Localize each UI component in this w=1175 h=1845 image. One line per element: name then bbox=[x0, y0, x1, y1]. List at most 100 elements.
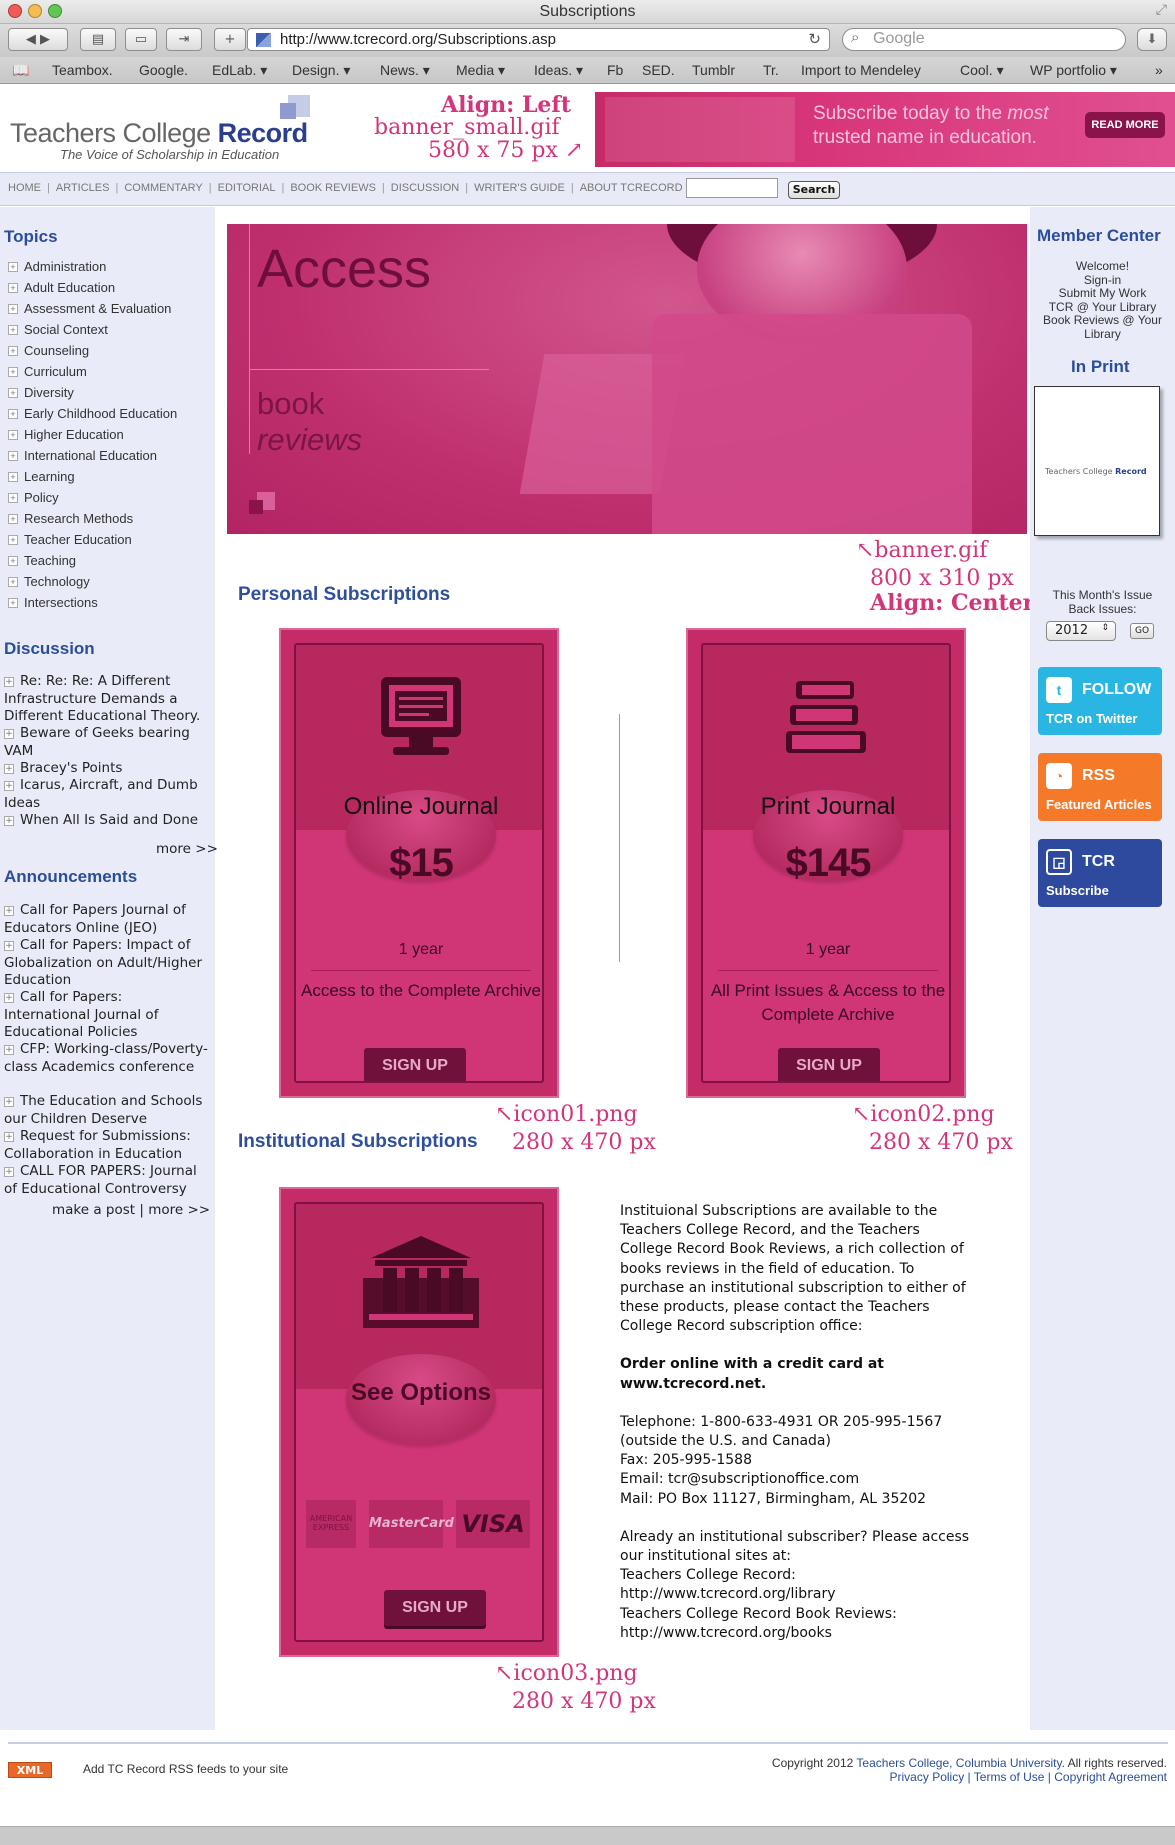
announcement-item[interactable]: + Call for Papers Journal of Educators On… bbox=[4, 902, 210, 937]
discussion-more-link[interactable]: more >> bbox=[156, 841, 218, 857]
discussion-item[interactable]: + Bracey's Points bbox=[4, 760, 210, 778]
back-forward-buttons[interactable]: ◀ ▶ bbox=[8, 28, 68, 51]
topic-item[interactable]: + Adult Education bbox=[8, 280, 115, 295]
discussion-item[interactable]: + Beware of Geeks bearing VAM bbox=[4, 725, 210, 760]
share-icon[interactable]: ⇥ bbox=[166, 28, 202, 51]
plus-icon: + bbox=[4, 729, 14, 739]
site-search-input[interactable] bbox=[686, 178, 778, 198]
year-select[interactable]: 2012 ⇕ bbox=[1046, 621, 1116, 641]
url-bar[interactable]: http://www.tcrecord.org/Subscriptions.as… bbox=[247, 28, 830, 51]
topic-item[interactable]: + Teacher Education bbox=[8, 532, 132, 547]
announcement-item[interactable]: + The Education and Schools our Children … bbox=[4, 1093, 210, 1128]
topic-item[interactable]: + Research Methods bbox=[8, 511, 133, 526]
more-bookmarks-icon[interactable]: » bbox=[1155, 62, 1163, 78]
discussion-item[interactable]: + When All Is Said and Done bbox=[4, 812, 210, 830]
nav-home[interactable]: HOME bbox=[8, 182, 41, 194]
go-button[interactable]: GO bbox=[1130, 623, 1154, 639]
read-more-button[interactable]: READ MORE bbox=[1085, 112, 1165, 138]
bookmark-item[interactable]: Google. bbox=[139, 62, 188, 78]
make-post-link[interactable]: make a post bbox=[52, 1202, 135, 1218]
topic-item[interactable]: + Higher Education bbox=[8, 427, 124, 442]
discussion-item[interactable]: + Icarus, Aircraft, and Dumb Ideas bbox=[4, 777, 210, 812]
rss-button[interactable]: ◔ RSS Featured Articles bbox=[1038, 753, 1162, 821]
site-logo[interactable]: Teachers College Record bbox=[10, 118, 308, 149]
bookmark-item[interactable]: Media ▾ bbox=[456, 62, 505, 79]
twitter-follow-button[interactable]: t FOLLOW TCR on Twitter bbox=[1038, 667, 1162, 735]
tcr-label: TCR bbox=[1082, 853, 1115, 870]
search-input[interactable]: ⌕ Google bbox=[842, 28, 1126, 51]
bookmark-item[interactable]: Tumblr bbox=[692, 62, 735, 78]
topic-item[interactable]: + Policy bbox=[8, 490, 59, 505]
nav-commentary[interactable]: COMMENTARY bbox=[124, 182, 202, 194]
announcement-item[interactable]: + Call for Papers: Impact of Globalizatio… bbox=[4, 937, 210, 990]
card-title: See Options bbox=[350, 1379, 492, 1406]
nav-articles[interactable]: ARTICLES bbox=[56, 182, 110, 194]
nav-editorial[interactable]: EDITORIAL bbox=[218, 182, 276, 194]
bookmarks-icon[interactable]: ▭ bbox=[125, 28, 157, 51]
announcements-more-link[interactable]: more >> bbox=[148, 1202, 210, 1218]
announcement-label: Call for Papers: Impact of Globalization… bbox=[4, 937, 203, 988]
member-bookreviews-link[interactable]: Book Reviews @ Your Library bbox=[1030, 313, 1175, 341]
access-tcr-url[interactable]: http://www.tcrecord.org/library bbox=[620, 1585, 970, 1604]
bookmark-item[interactable]: EdLab. ▾ bbox=[212, 62, 267, 79]
xml-feed-badge[interactable]: XML bbox=[8, 1762, 52, 1778]
bookmark-item[interactable]: Fb bbox=[607, 62, 623, 78]
terms-of-use-link[interactable]: Terms of Use bbox=[974, 1770, 1045, 1784]
discussion-item[interactable]: + Re: Re: Re: A Different Infrastructure … bbox=[4, 673, 210, 726]
topic-item[interactable]: + Learning bbox=[8, 469, 75, 484]
announcement-item[interactable]: + Call for Papers: International Journal … bbox=[4, 989, 210, 1042]
subscribe-banner[interactable]: Subscribe today to the most trusted name… bbox=[595, 92, 1175, 167]
topic-item[interactable]: + Teaching bbox=[8, 553, 76, 568]
topic-item[interactable]: + Social Context bbox=[8, 322, 108, 337]
announcement-item[interactable]: + Request for Submissions: Collaboration … bbox=[4, 1128, 210, 1163]
institutional-signup-button[interactable]: SIGN UP bbox=[384, 1590, 486, 1626]
banner-text: Subscribe today to the most trusted name… bbox=[813, 102, 1049, 150]
site-search-button[interactable]: Search bbox=[788, 181, 840, 199]
plus-icon: + bbox=[8, 451, 18, 461]
announcement-item[interactable]: + CFP: Working-class/Poverty-class Academ… bbox=[4, 1041, 210, 1076]
bookmark-item[interactable]: Design. ▾ bbox=[292, 62, 350, 79]
nav-writers-guide[interactable]: WRITER'S GUIDE bbox=[474, 182, 565, 194]
online-signup-button[interactable]: SIGN UP bbox=[364, 1048, 466, 1081]
bookmark-item[interactable]: News. ▾ bbox=[380, 62, 430, 79]
topic-item[interactable]: + Curriculum bbox=[8, 364, 87, 379]
topic-item[interactable]: + International Education bbox=[8, 448, 157, 463]
member-submit-link[interactable]: Submit My Work bbox=[1030, 286, 1175, 301]
columbia-link[interactable]: Teachers College, Columbia University bbox=[856, 1756, 1061, 1770]
topic-item[interactable]: + Intersections bbox=[8, 595, 98, 610]
downloads-icon[interactable]: ⬇ bbox=[1137, 28, 1167, 51]
plus-icon: + bbox=[8, 325, 18, 335]
topic-item[interactable]: + Early Childhood Education bbox=[8, 406, 177, 421]
bookmark-item[interactable]: Cool. ▾ bbox=[960, 62, 1004, 79]
announcement-item[interactable]: + CALL FOR PAPERS: Journal of Educational… bbox=[4, 1163, 210, 1198]
bookmark-item[interactable]: Teambox. bbox=[52, 62, 113, 78]
print-signup-button[interactable]: SIGN UP bbox=[778, 1048, 880, 1081]
topic-item[interactable]: + Diversity bbox=[8, 385, 74, 400]
journal-cover-image[interactable]: Teachers College Record bbox=[1034, 386, 1160, 536]
copyright-agreement-link[interactable]: Copyright Agreement bbox=[1054, 1770, 1167, 1784]
topic-item[interactable]: + Technology bbox=[8, 574, 90, 589]
privacy-policy-link[interactable]: Privacy Policy bbox=[890, 1770, 965, 1784]
reading-list-icon[interactable]: 📖 bbox=[12, 62, 29, 79]
nav-about[interactable]: ABOUT TCRECORD bbox=[580, 182, 683, 194]
nav-discussion[interactable]: DISCUSSION bbox=[391, 182, 459, 194]
bookmark-item[interactable]: Ideas. ▾ bbox=[534, 62, 583, 79]
topic-item[interactable]: + Administration bbox=[8, 259, 106, 274]
this-month-issue-label[interactable]: This Month's Issue bbox=[1030, 588, 1175, 603]
bookmarks-bar: 📖 Teambox. Google. EdLab. ▾ Design. ▾ Ne… bbox=[0, 57, 1175, 84]
add-bookmark-button[interactable]: + bbox=[214, 28, 246, 51]
bookmark-item[interactable]: WP portfolio ▾ bbox=[1030, 62, 1117, 79]
bookmark-item[interactable]: SED. bbox=[642, 62, 675, 78]
topic-item[interactable]: + Counseling bbox=[8, 343, 89, 358]
bookmark-item[interactable]: Tr. bbox=[763, 62, 779, 78]
bookmark-item[interactable]: Import to Mendeley bbox=[801, 62, 921, 78]
subscriber-access: Already an institutional subscriber? Ple… bbox=[620, 1528, 970, 1643]
reader-icon[interactable]: ▤ bbox=[80, 28, 116, 51]
tcr-subscribe-button[interactable]: ◲ TCR Subscribe bbox=[1038, 839, 1162, 907]
access-books-url[interactable]: http://www.tcrecord.org/books bbox=[620, 1624, 970, 1643]
fullscreen-icon[interactable]: ⤢ bbox=[1156, 2, 1167, 18]
nav-book-reviews[interactable]: BOOK REVIEWS bbox=[290, 182, 376, 194]
reload-icon[interactable]: ↻ bbox=[808, 30, 821, 48]
cover-logo-text: Teachers College Record bbox=[1045, 467, 1147, 476]
topic-item[interactable]: + Assessment & Evaluation bbox=[8, 301, 171, 316]
